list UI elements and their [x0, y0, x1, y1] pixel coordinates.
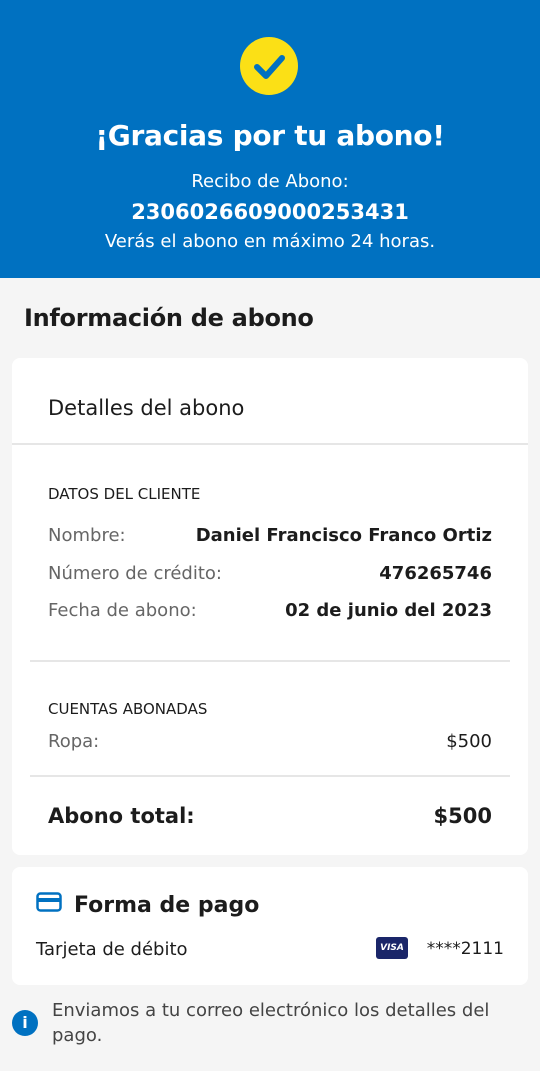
email-notice: Enviamos a tu correo electrónico los det… [52, 1000, 490, 1046]
masked-card-number: ****2111 [426, 939, 504, 959]
confirmation-header: ¡Gracias por tu abono! Recibo de Abono: … [0, 0, 540, 278]
visa-logo: VISA [376, 937, 408, 959]
section-divider [30, 660, 510, 662]
payment-method-title: Forma de pago [74, 893, 260, 918]
payment-date-label: Fecha de abono: [48, 600, 197, 621]
name-label: Nombre: [48, 525, 126, 546]
section-title: Información de abono [24, 304, 314, 332]
payment-method-type: Tarjeta de débito [36, 939, 188, 960]
account-row-label: Ropa: [48, 731, 100, 752]
receipt-label: Recibo de Abono: [191, 171, 349, 192]
receipt-number: 2306026609000253431 [131, 200, 409, 224]
card-divider [12, 443, 528, 445]
accounts-heading: CUENTAS ABONADAS [48, 700, 208, 718]
info-icon: i [12, 1010, 38, 1036]
payment-date-value: 02 de junio del 2023 [285, 600, 492, 621]
total-label: Abono total: [48, 804, 195, 828]
total-value: $500 [433, 804, 492, 828]
payment-details-card: Detalles del abono DATOS DEL CLIENTE Nom… [12, 358, 528, 855]
account-row-value: $500 [446, 731, 492, 752]
credit-card-icon [36, 892, 62, 916]
payment-method-card: Forma de pago Tarjeta de débito VISA ***… [12, 867, 528, 985]
thank-you-title: ¡Gracias por tu abono! [95, 119, 445, 152]
credit-number-label: Número de crédito: [48, 563, 222, 584]
processing-note: Verás el abono en máximo 24 horas. [104, 231, 436, 252]
credit-number-value: 476265746 [379, 563, 492, 584]
total-divider [30, 775, 510, 777]
check-circle-icon [240, 37, 298, 95]
client-data-heading: DATOS DEL CLIENTE [48, 485, 201, 503]
name-value: Daniel Francisco Franco Ortiz [195, 525, 492, 546]
details-card-title: Detalles del abono [48, 396, 245, 420]
